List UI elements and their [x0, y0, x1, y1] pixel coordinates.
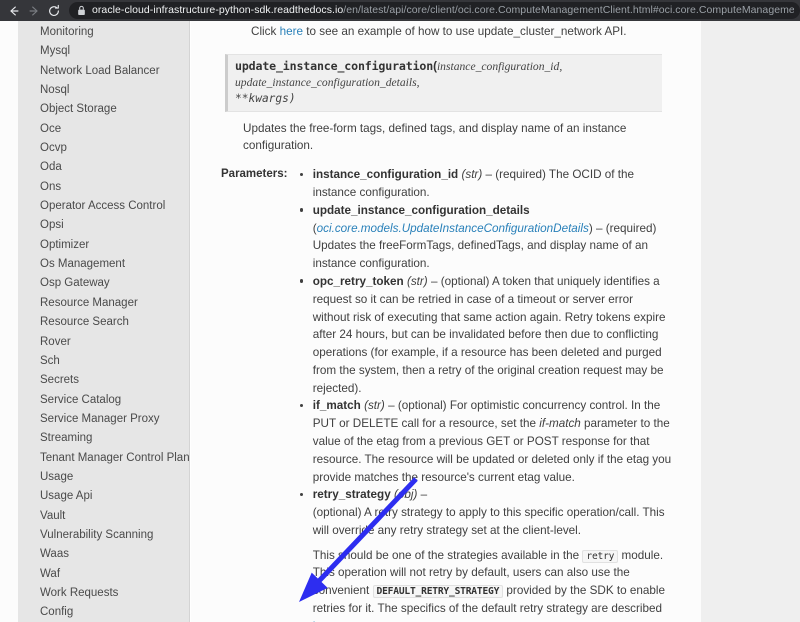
param-name: if_match — [312, 399, 361, 413]
sidebar-item-monitoring[interactable]: Monitoring — [18, 23, 189, 42]
right-empty-pane — [701, 21, 800, 622]
param-retry-strategy: retry_strategy (obj) – (optional) A retr… — [297, 486, 673, 622]
param-if-match: if_match (str) – (optional) For optimist… — [297, 397, 673, 486]
param-dash: – — [592, 221, 606, 235]
parameters-label: Parameters: — [221, 168, 288, 181]
param-name: instance_configuration_id — [312, 168, 459, 182]
sidebar-item-resource-manager[interactable]: Resource Manager — [18, 294, 189, 313]
sidebar-item-service-catalog[interactable]: Service Catalog — [18, 391, 189, 410]
sidebar-item-usage-api[interactable]: Usage Api — [18, 487, 189, 506]
param-instance-configuration-id: instance_configuration_id (str) – (requi… — [297, 166, 673, 202]
sidebar-item-oce[interactable]: Oce — [18, 120, 189, 139]
sidebar-item-config[interactable]: Config — [18, 603, 189, 622]
back-arrow-icon — [7, 4, 21, 18]
url-path: /en/latest/api/core/client/oci.core.Comp… — [343, 4, 794, 16]
sidebar-item-optimizer[interactable]: Optimizer — [18, 236, 189, 255]
click-suffix: to see an example of how to use update_c… — [302, 25, 627, 38]
param-text: (optional) A token that uniquely identif… — [312, 274, 666, 395]
param-name: update_instance_configuration_details — [312, 203, 530, 217]
sidebar-item-sch[interactable]: Sch — [18, 352, 189, 371]
retry-strategy-para-2: This should be one of the strategies ava… — [313, 547, 673, 622]
param-type: (str) — [461, 168, 483, 182]
function-signature: update_instance_configuration(instance_c… — [225, 53, 662, 113]
signature-kwargs: **kwargs) — [235, 91, 296, 105]
sidebar-item-osp-gateway[interactable]: Osp Gateway — [18, 274, 189, 293]
url-host: oracle-cloud-infrastructure-python-sdk.r… — [92, 4, 344, 16]
sidebar-item-waf[interactable]: Waf — [18, 565, 189, 584]
api-doc-content: Click here to see an example of how to u… — [191, 21, 701, 622]
param-type: (str) — [364, 399, 385, 413]
para2-text-a: This should be one of the strategies ava… — [312, 548, 583, 562]
browser-toolbar: oracle-cloud-infrastructure-python-sdk.r… — [0, 0, 800, 21]
sidebar-nav[interactable]: Monitoring Mysql Network Load Balancer Nosq… — [18, 21, 190, 622]
parameters-list: instance_configuration_id (str) – (requi… — [297, 166, 673, 622]
function-name: update_instance_configuration — [235, 58, 434, 73]
param-type: (str) — [406, 274, 428, 288]
forward-button[interactable] — [24, 1, 44, 21]
sidebar-item-secrets[interactable]: Secrets — [18, 371, 189, 390]
retry-code-literal: retry — [582, 549, 619, 563]
address-bar[interactable]: oracle-cloud-infrastructure-python-sdk.r… — [69, 2, 800, 19]
sidebar-item-resource-search[interactable]: Resource Search — [18, 313, 189, 332]
sidebar-item-nosql[interactable]: Nosql — [18, 81, 189, 100]
sidebar-item-network-load-balancer[interactable]: Network Load Balancer — [18, 62, 189, 81]
reload-button[interactable] — [44, 1, 64, 21]
sidebar-item-vault[interactable]: Vault — [18, 507, 189, 526]
param-emphasis: if-match — [539, 417, 581, 431]
sidebar-item-usage[interactable]: Usage — [18, 468, 189, 487]
param-update-instance-configuration-details: update_instance_configuration_details (o… — [297, 202, 673, 273]
param-dash: – — [384, 399, 398, 413]
retry-strategy-para-1: (optional) A retry strategy to apply to … — [312, 506, 665, 537]
sidebar-item-oda[interactable]: Oda — [18, 158, 189, 177]
back-button[interactable] — [4, 1, 24, 21]
param-type: (obj) — [393, 488, 418, 502]
field-list: Parameters: instance_configuration_id (s… — [191, 166, 689, 622]
param-dash: – — [427, 274, 441, 288]
sidebar-item-service-manager-proxy[interactable]: Service Manager Proxy — [18, 410, 189, 429]
sidebar-item-tenant-manager-control-plane[interactable]: Tenant Manager Control Plane — [18, 449, 189, 468]
previous-example-line: Click here to see an example of how to u… — [191, 21, 689, 41]
sidebar-item-rover[interactable]: Rover — [18, 333, 189, 352]
param-opc-retry-token: opc_retry_token (str) – (optional) A tok… — [297, 273, 673, 397]
left-gutter — [0, 21, 18, 622]
param-dash: – — [482, 168, 496, 182]
reload-icon — [47, 4, 61, 18]
sidebar-item-mysql[interactable]: Mysql — [18, 42, 189, 61]
param-name: opc_retry_token — [312, 274, 404, 288]
sidebar-item-work-requests[interactable]: Work Requests — [18, 584, 189, 603]
sidebar-item-ons[interactable]: Ons — [18, 178, 189, 197]
url-text: oracle-cloud-infrastructure-python-sdk.r… — [92, 2, 794, 19]
param-dash: – — [417, 488, 428, 502]
page-body: Monitoring Mysql Network Load Balancer Nosq… — [0, 21, 800, 622]
parameters-row: Parameters: instance_configuration_id (s… — [191, 166, 689, 622]
lock-icon — [77, 5, 86, 16]
sidebar-item-opsi[interactable]: Opsi — [18, 216, 189, 235]
sidebar-item-streaming[interactable]: Streaming — [18, 429, 189, 448]
sidebar-item-vulnerability-scanning[interactable]: Vulnerability Scanning — [18, 526, 189, 545]
prev-example-here-link[interactable]: here — [280, 25, 303, 38]
sidebar-item-object-storage[interactable]: Object Storage — [18, 100, 189, 119]
function-description: Updates the free-form tags, defined tags… — [243, 122, 627, 152]
parameters-body: instance_configuration_id (str) – (requi… — [297, 166, 689, 622]
param-name: retry_strategy — [312, 488, 391, 502]
forward-arrow-icon — [27, 4, 41, 18]
main-content-scroll: Click here to see an example of how to u… — [191, 21, 701, 622]
sidebar-item-ocvp[interactable]: Ocvp — [18, 139, 189, 158]
sidebar-item-os-management[interactable]: Os Management — [18, 255, 189, 274]
param-type-link[interactable]: oci.core.models.UpdateInstanceConfigurat… — [317, 222, 589, 235]
sidebar-item-operator-access-control[interactable]: Operator Access Control — [18, 197, 189, 216]
sidebar-item-waas[interactable]: Waas — [18, 545, 189, 564]
default-retry-strategy-literal: DEFAULT_RETRY_STRATEGY — [372, 585, 504, 599]
click-prefix: Click — [251, 25, 280, 38]
